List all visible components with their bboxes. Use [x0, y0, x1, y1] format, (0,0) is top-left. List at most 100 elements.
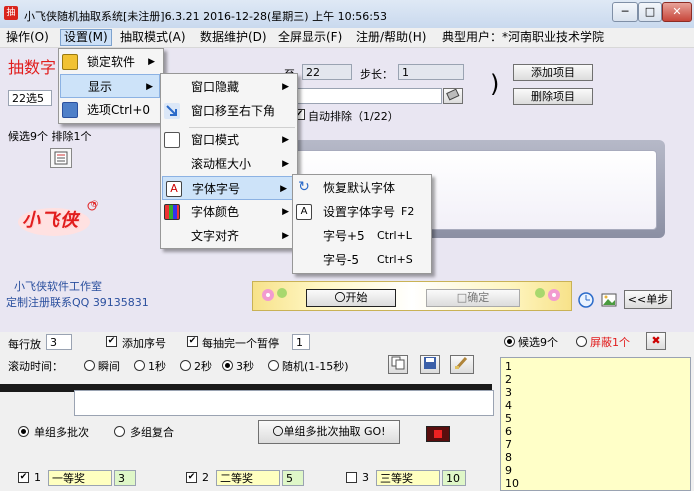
font-submenu: ↻ 恢复默认字体 A 设置字体字号 F2 字号+5 Ctrl+L 字号-5 Ct…: [292, 174, 432, 274]
mode-title: 抽数字: [8, 58, 57, 77]
rows-per-line-input[interactable]: 3: [46, 334, 72, 350]
move-arrow-icon: [164, 103, 180, 119]
submenu-arrow-icon: ▶: [282, 135, 289, 145]
list-item: 6: [505, 425, 512, 438]
registered-mark: ®: [90, 200, 99, 210]
speed-1s-radio[interactable]: [134, 360, 145, 371]
step-label: 步长：: [360, 68, 393, 81]
confirm-button[interactable]: □确定: [426, 289, 520, 307]
multi-group-radio[interactable]: [114, 426, 125, 437]
menu-font-size-label: 字体字号: [192, 182, 241, 196]
text-input-bar[interactable]: [296, 88, 442, 104]
prize-2-checkbox[interactable]: ✔: [186, 472, 197, 483]
window-mode-icon: [164, 132, 180, 148]
speed-instant-radio[interactable]: [84, 360, 95, 371]
list-item: 1: [505, 360, 512, 373]
copy-button[interactable]: [388, 355, 408, 374]
speed-3s-radio[interactable]: [222, 360, 233, 371]
menu-register-help[interactable]: 注册/帮助(H): [356, 30, 426, 45]
mode-select[interactable]: 22选5: [8, 90, 52, 106]
save-icon: [424, 357, 436, 369]
eraser-button[interactable]: [443, 88, 463, 104]
menu-font-minus-label: 字号-5: [323, 253, 359, 267]
lock-icon: [62, 54, 78, 70]
menu-display[interactable]: 显示 ▶: [60, 74, 160, 98]
window-title: 小飞侠随机抽取系统[未注册]6.3.21 2016-12-28(星期三) 上午 …: [24, 10, 387, 23]
clear-button[interactable]: ✖: [646, 332, 666, 350]
logo-text: 小飞侠: [22, 210, 79, 231]
prize-2-count[interactable]: 5: [282, 470, 304, 486]
menu-set-font[interactable]: A 设置字体字号 F2: [293, 200, 429, 224]
prize-1-checkbox[interactable]: ✔: [18, 472, 29, 483]
menu-window-mode[interactable]: 窗口模式 ▶: [161, 128, 295, 152]
list-item: 2: [505, 373, 512, 386]
image-button[interactable]: [600, 291, 618, 312]
list-item: 4: [505, 399, 512, 412]
prize-1-name[interactable]: 一等奖: [48, 470, 112, 486]
start-button[interactable]: 〇开始: [306, 289, 396, 307]
prize-2-name[interactable]: 二等奖: [216, 470, 280, 486]
close-button[interactable]: ✕: [662, 2, 692, 22]
batch-draw-button[interactable]: 〇单组多批次抽取 GO!: [258, 420, 400, 444]
speed-random-radio[interactable]: [268, 360, 279, 371]
prize-3-index: 3: [362, 471, 369, 484]
speed-2s-radio[interactable]: [180, 360, 191, 371]
step-input[interactable]: 1: [398, 64, 464, 80]
options-icon: [62, 102, 78, 118]
save-button[interactable]: [420, 355, 440, 374]
prize-3-name[interactable]: 三等奖: [376, 470, 440, 486]
brush-icon: [455, 356, 468, 370]
stop-button[interactable]: [426, 426, 450, 442]
menu-options[interactable]: 选项Ctrl+0: [59, 98, 161, 122]
add-seq-checkbox[interactable]: ✔: [106, 336, 117, 347]
menu-font-plus[interactable]: 字号+5 Ctrl+L: [293, 224, 429, 248]
pause-checkbox[interactable]: ✔: [187, 336, 198, 347]
copy-icon: [391, 356, 405, 370]
menu-restore-font-label: 恢复默认字体: [323, 181, 396, 195]
prize-3-count[interactable]: 10: [442, 470, 466, 486]
prize-1-count[interactable]: 3: [114, 470, 136, 486]
menu-lock-software[interactable]: 锁定软件 ▶: [59, 50, 161, 74]
menu-font-color[interactable]: 字体颜色 ▶: [161, 200, 295, 224]
timer-button[interactable]: [577, 291, 595, 312]
list-view-button[interactable]: [50, 148, 72, 168]
candidate-list[interactable]: [500, 357, 691, 491]
pause-label: 每抽完一个暂停: [202, 337, 279, 350]
studio-name: 小飞侠软件工作室: [14, 280, 102, 293]
menu-font-size[interactable]: A 字体字号 ▶: [162, 176, 294, 200]
title-bar: 抽 小飞侠随机抽取系统[未注册]6.3.21 2016-12-28(星期三) 上…: [0, 0, 694, 29]
brush-button[interactable]: [450, 355, 474, 374]
pause-input[interactable]: 1: [292, 334, 310, 350]
submenu-arrow-icon: ▶: [146, 82, 153, 92]
clock-icon: [578, 292, 594, 308]
speed-instant-label: 瞬间: [98, 360, 120, 373]
prize-3-checkbox[interactable]: [346, 472, 357, 483]
maximize-button[interactable]: □: [638, 2, 662, 22]
range-to-input[interactable]: 22: [302, 64, 352, 80]
single-step-button[interactable]: <<单步: [624, 290, 672, 309]
hidden-radio[interactable]: [576, 336, 587, 347]
bracket-glyph: ): [490, 70, 500, 98]
menu-data-maintenance[interactable]: 数据维护(D): [200, 30, 267, 45]
menu-options-label: 选项Ctrl+0: [87, 103, 151, 117]
menu-window-move[interactable]: 窗口移至右下角: [161, 99, 295, 123]
menu-text-align[interactable]: 文字对齐 ▶: [161, 224, 295, 248]
menu-draw-mode[interactable]: 抽取模式(A): [120, 30, 186, 45]
list-icon: [54, 151, 68, 165]
menu-window-hide[interactable]: 窗口隐藏 ▶: [161, 75, 295, 99]
delete-item-button[interactable]: 删除项目: [513, 88, 593, 105]
menu-operate[interactable]: 操作(O): [6, 30, 49, 45]
candidates-radio[interactable]: [504, 336, 515, 347]
minimize-button[interactable]: ─: [612, 2, 638, 22]
single-multi-radio[interactable]: [18, 426, 29, 437]
menu-scroll-size-label: 滚动框大小: [191, 157, 252, 171]
menu-window-mode-label: 窗口模式: [191, 133, 240, 147]
menu-scroll-size[interactable]: 滚动框大小 ▶: [161, 152, 295, 176]
restore-icon: ↻: [298, 179, 310, 195]
menu-font-minus[interactable]: 字号-5 Ctrl+S: [293, 248, 429, 272]
multi-group-label: 多组复合: [130, 426, 174, 439]
menu-restore-font[interactable]: ↻ 恢复默认字体: [293, 176, 429, 200]
add-item-button[interactable]: 添加项目: [513, 64, 593, 81]
menu-fullscreen[interactable]: 全屏显示(F): [278, 30, 342, 45]
menu-settings[interactable]: 设置(M): [60, 29, 112, 46]
